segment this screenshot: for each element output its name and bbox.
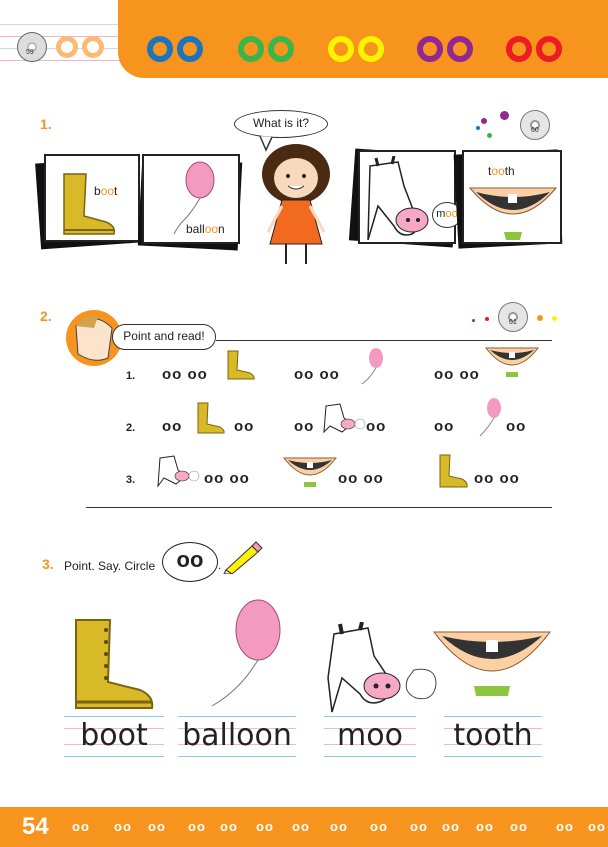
dot xyxy=(472,319,475,322)
pencil-icon xyxy=(223,541,263,574)
cow-icon xyxy=(323,403,366,434)
section-2-number: 2. xyxy=(40,308,52,324)
card-cow[interactable]: moo xyxy=(358,150,462,244)
header-vowel-purple xyxy=(417,36,473,62)
footer-letters: oo xyxy=(556,819,574,834)
card-word: boot xyxy=(94,184,118,198)
footer-letters: oo xyxy=(220,819,238,834)
speech-text: Point and read! xyxy=(123,329,205,343)
card-word: tooth xyxy=(488,164,515,178)
header-vowel-red xyxy=(506,36,562,62)
oo-word: oo xyxy=(162,418,183,435)
speech-bubble: Point and read! xyxy=(112,324,216,350)
oo-word: oo oo xyxy=(474,470,520,487)
footer-letters: oo xyxy=(510,819,528,834)
section-divider xyxy=(216,340,552,341)
dot xyxy=(476,126,480,130)
header-vowel-green xyxy=(238,36,294,62)
speech-text: What is it? xyxy=(252,116,309,130)
oo-word: oo oo xyxy=(338,470,384,487)
dot xyxy=(487,133,492,138)
footer-letters: oo xyxy=(148,819,166,834)
girl-icon xyxy=(262,144,330,264)
dot xyxy=(552,316,557,321)
row-label: 2. xyxy=(126,422,136,434)
instruction-period: . xyxy=(218,558,222,572)
dot xyxy=(537,315,543,321)
cow-icon xyxy=(327,622,437,713)
oo-word: oo xyxy=(294,418,315,435)
audio-track-number: 60 xyxy=(531,127,539,134)
boot-icon xyxy=(63,173,116,235)
boot-icon xyxy=(227,350,255,380)
oo-word: oo oo xyxy=(294,366,340,383)
header-vowel-yellow xyxy=(328,36,384,62)
audio-track-number: 59 xyxy=(26,49,34,56)
boot-icon xyxy=(197,402,225,434)
footer-letters: oo xyxy=(72,819,90,834)
section-divider xyxy=(86,507,552,508)
section-3-number: 3. xyxy=(42,556,54,572)
page-number: 54 xyxy=(22,813,49,840)
balloon-icon xyxy=(211,599,281,707)
header-vowel-orange xyxy=(56,36,104,58)
writing-line: tooth xyxy=(444,716,542,758)
word-moo: moo xyxy=(337,718,403,753)
cd-icon[interactable]: 60 xyxy=(520,110,550,140)
word-balloon: balloon xyxy=(182,718,292,753)
speech-bubble: What is it? xyxy=(234,110,328,138)
card-balloon[interactable]: balloon xyxy=(142,154,240,244)
writing-line: moo xyxy=(324,716,416,758)
tooth-icon xyxy=(484,347,540,377)
dot xyxy=(481,118,487,124)
card-word: balloon xyxy=(186,222,225,236)
footer-letters: oo xyxy=(292,819,310,834)
footer-letters: oo xyxy=(476,819,494,834)
tooth-icon xyxy=(468,187,558,240)
cd-icon[interactable]: 59 xyxy=(17,32,47,62)
writing-line: balloon xyxy=(178,716,296,758)
row-label: 1. xyxy=(126,370,136,382)
boot-icon xyxy=(439,454,468,488)
boot-icon xyxy=(75,619,154,709)
oo-word: oo oo xyxy=(434,366,480,383)
footer-letters: oo xyxy=(256,819,274,834)
card-tooth[interactable]: tooth xyxy=(462,150,562,244)
cow-icon xyxy=(367,156,429,240)
oo-word: oo xyxy=(234,418,255,435)
footer-bar: 54 oo oo oo oo oo oo oo oo oo oo oo oo o… xyxy=(0,807,608,847)
header-vowel-blue xyxy=(147,36,203,62)
footer-letters: oo xyxy=(588,819,606,834)
oo-word: oo oo xyxy=(204,470,250,487)
word-boot: boot xyxy=(80,718,148,753)
oo-word: oo xyxy=(506,418,527,435)
card-boot[interactable]: boot xyxy=(44,154,140,242)
footer-letters: oo xyxy=(370,819,388,834)
oo-word: oo oo xyxy=(162,366,208,383)
footer-letters: oo xyxy=(114,819,132,834)
footer-letters: oo xyxy=(410,819,428,834)
oo-word: oo xyxy=(366,418,387,435)
oo-word: oo xyxy=(434,418,455,435)
tooth-icon xyxy=(433,631,551,696)
word-tooth: tooth xyxy=(453,718,533,753)
row-label: 3. xyxy=(126,474,136,486)
circled-oo: oo xyxy=(162,542,218,582)
footer-letters: oo xyxy=(442,819,460,834)
audio-track-number: 61 xyxy=(509,319,517,326)
balloon-icon xyxy=(361,348,383,385)
balloon-icon xyxy=(479,398,501,437)
instruction-text: Point. Say. Circle xyxy=(64,559,156,573)
cow-icon xyxy=(157,455,200,488)
footer-letters: oo xyxy=(330,819,348,834)
dot xyxy=(485,317,489,321)
section-1-number: 1. xyxy=(40,116,52,132)
tooth-icon xyxy=(282,457,338,487)
footer-letters: oo xyxy=(188,819,206,834)
writing-line: boot xyxy=(64,716,164,758)
cd-icon[interactable]: 61 xyxy=(498,302,528,332)
dot xyxy=(500,111,509,120)
